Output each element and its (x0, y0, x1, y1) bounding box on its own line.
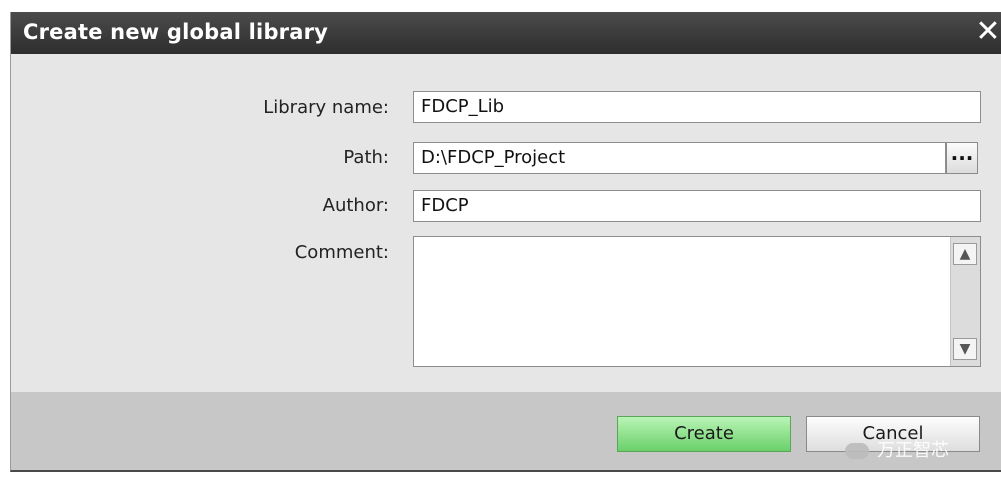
wechat-icon (845, 443, 869, 459)
create-button[interactable]: Create (617, 416, 791, 452)
create-library-dialog: Create new global library ✕ Library name… (10, 12, 1001, 472)
comment-textarea[interactable]: ▲ ▼ (413, 236, 981, 367)
library-name-label: Library name: (263, 97, 389, 118)
scroll-up-icon[interactable]: ▲ (953, 243, 977, 265)
browse-path-button[interactable]: ... (946, 142, 978, 174)
path-input[interactable]: D:\FDCP_Project (413, 142, 946, 174)
watermark: 万正智芯 (845, 436, 995, 466)
dialog-titlebar: Create new global library ✕ (11, 12, 1001, 54)
author-label: Author: (322, 195, 389, 216)
watermark-text: 万正智芯 (877, 440, 949, 461)
close-icon[interactable]: ✕ (974, 12, 1001, 54)
author-input[interactable]: FDCP (413, 190, 981, 222)
dialog-title: Create new global library (23, 20, 329, 44)
comment-label: Comment: (294, 242, 389, 263)
comment-scrollbar[interactable]: ▲ ▼ (950, 237, 980, 366)
library-name-input[interactable]: FDCP_Lib (413, 91, 981, 123)
scroll-down-icon[interactable]: ▼ (953, 338, 977, 360)
path-label: Path: (343, 147, 389, 168)
dialog-footer: Create Cancel 万正智芯 (11, 392, 1001, 470)
